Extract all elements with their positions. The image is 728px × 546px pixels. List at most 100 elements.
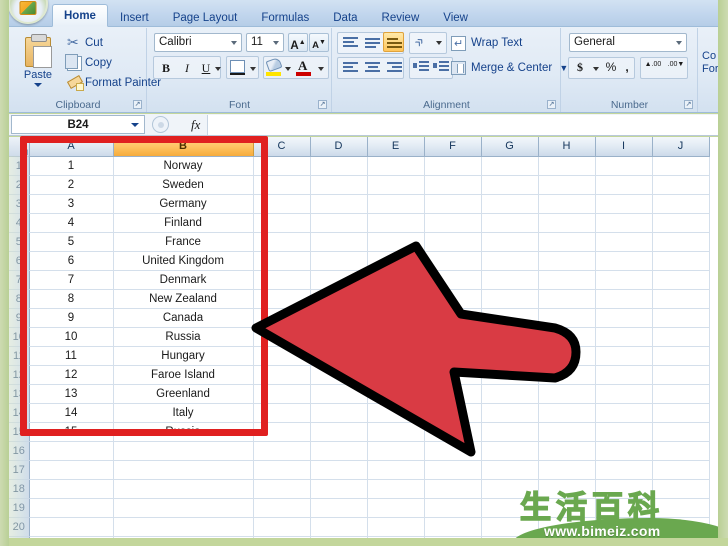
cell-H4[interactable]	[538, 213, 596, 233]
cell-A17[interactable]	[29, 460, 114, 480]
cell-B18[interactable]	[113, 479, 254, 499]
cell-C4[interactable]	[253, 213, 311, 233]
cell-J4[interactable]	[652, 213, 710, 233]
cell-G19[interactable]	[481, 498, 539, 518]
cell-B1[interactable]: Norway	[113, 156, 254, 176]
cell-B13[interactable]: Greenland	[113, 384, 254, 404]
formula-input[interactable]	[207, 114, 718, 135]
column-header-h[interactable]: H	[538, 137, 596, 157]
cell-B6[interactable]: United Kingdom	[113, 251, 254, 271]
cell-A18[interactable]	[29, 479, 114, 499]
cell-J3[interactable]	[652, 194, 710, 214]
tab-review[interactable]: Review	[370, 8, 432, 27]
conditional-formatting-button[interactable]: Co For	[702, 50, 719, 76]
cell-E3[interactable]	[367, 194, 425, 214]
orientation-chevron-down-icon[interactable]	[436, 41, 442, 45]
orientation-icon[interactable]	[413, 35, 429, 51]
name-box[interactable]: B24	[11, 115, 145, 134]
cancel-formula-button[interactable]	[152, 116, 169, 133]
column-header-d[interactable]: D	[310, 137, 368, 157]
comma-format-button[interactable]: ,	[619, 58, 635, 78]
align-middle-button[interactable]	[361, 32, 382, 52]
cell-B4[interactable]: Finland	[113, 213, 254, 233]
borders-icon[interactable]	[230, 60, 245, 75]
cell-I12[interactable]	[595, 365, 653, 385]
tab-home[interactable]: Home	[52, 4, 108, 27]
align-right-button[interactable]	[383, 57, 404, 77]
cell-C19[interactable]	[253, 498, 311, 518]
row-header-18[interactable]: 18	[9, 479, 30, 499]
cell-J13[interactable]	[652, 384, 710, 404]
cell-A16[interactable]	[29, 441, 114, 461]
cell-B10[interactable]: Russia	[113, 327, 254, 347]
row-header-14[interactable]: 14	[9, 403, 30, 423]
cell-B16[interactable]	[113, 441, 254, 461]
align-top-button[interactable]	[339, 32, 360, 52]
cell-I16[interactable]	[595, 441, 653, 461]
cell-G1[interactable]	[481, 156, 539, 176]
cell-F3[interactable]	[424, 194, 482, 214]
cell-J9[interactable]	[652, 308, 710, 328]
cell-A2[interactable]: 2	[29, 175, 114, 195]
cell-I10[interactable]	[595, 327, 653, 347]
cell-I11[interactable]	[595, 346, 653, 366]
cell-H3[interactable]	[538, 194, 596, 214]
accounting-format-button[interactable]: $	[570, 58, 590, 78]
cell-J5[interactable]	[652, 232, 710, 252]
cell-I1[interactable]	[595, 156, 653, 176]
office-button[interactable]	[8, 0, 48, 24]
insert-function-icon[interactable]: fx	[191, 117, 200, 133]
row-header-1[interactable]: 1	[9, 156, 30, 176]
row-header-7[interactable]: 7	[9, 270, 30, 290]
row-header-15[interactable]: 15	[9, 422, 30, 442]
cell-F20[interactable]	[424, 517, 482, 537]
tab-page-layout[interactable]: Page Layout	[161, 8, 250, 27]
cell-I13[interactable]	[595, 384, 653, 404]
cell-E20[interactable]	[367, 517, 425, 537]
row-header-5[interactable]: 5	[9, 232, 30, 252]
cell-C1[interactable]	[253, 156, 311, 176]
tab-data[interactable]: Data	[321, 8, 369, 27]
cell-G20[interactable]	[481, 517, 539, 537]
cell-J8[interactable]	[652, 289, 710, 309]
cell-F19[interactable]	[424, 498, 482, 518]
row-header-19[interactable]: 19	[9, 498, 30, 518]
cell-B9[interactable]: Canada	[113, 308, 254, 328]
underline-button[interactable]: U	[196, 57, 216, 78]
decrease-indent-icon[interactable]	[413, 60, 430, 75]
row-header-20[interactable]: 20	[9, 517, 30, 537]
select-all-corner[interactable]	[9, 137, 30, 157]
copy-button[interactable]: Copy	[65, 53, 112, 73]
cell-A6[interactable]: 6	[29, 251, 114, 271]
cell-F1[interactable]	[424, 156, 482, 176]
cell-B5[interactable]: France	[113, 232, 254, 252]
column-header-i[interactable]: I	[595, 137, 653, 157]
cut-button[interactable]: Cut	[66, 32, 103, 53]
cell-B14[interactable]: Italy	[113, 403, 254, 423]
column-header-c[interactable]: C	[253, 137, 311, 157]
cell-H19[interactable]	[538, 498, 596, 518]
cell-F4[interactable]	[424, 213, 482, 233]
column-header-e[interactable]: E	[367, 137, 425, 157]
cell-I9[interactable]	[595, 308, 653, 328]
cell-D3[interactable]	[310, 194, 368, 214]
cell-J18[interactable]	[652, 479, 710, 499]
cell-B7[interactable]: Denmark	[113, 270, 254, 290]
row-header-11[interactable]: 11	[9, 346, 30, 366]
row-header-2[interactable]: 2	[9, 175, 30, 195]
increase-indent-icon[interactable]	[433, 60, 450, 75]
cell-E19[interactable]	[367, 498, 425, 518]
cell-A19[interactable]	[29, 498, 114, 518]
cell-I7[interactable]	[595, 270, 653, 290]
tab-insert[interactable]: Insert	[108, 8, 161, 27]
cell-B12[interactable]: Faroe Island	[113, 365, 254, 385]
cell-J16[interactable]	[652, 441, 710, 461]
row-header-13[interactable]: 13	[9, 384, 30, 404]
cell-J11[interactable]	[652, 346, 710, 366]
column-header-j[interactable]: J	[652, 137, 710, 157]
cell-I2[interactable]	[595, 175, 653, 195]
cell-H20[interactable]	[538, 517, 596, 537]
cell-B20[interactable]	[113, 517, 254, 537]
row-header-4[interactable]: 4	[9, 213, 30, 233]
cell-I20[interactable]	[595, 517, 653, 537]
